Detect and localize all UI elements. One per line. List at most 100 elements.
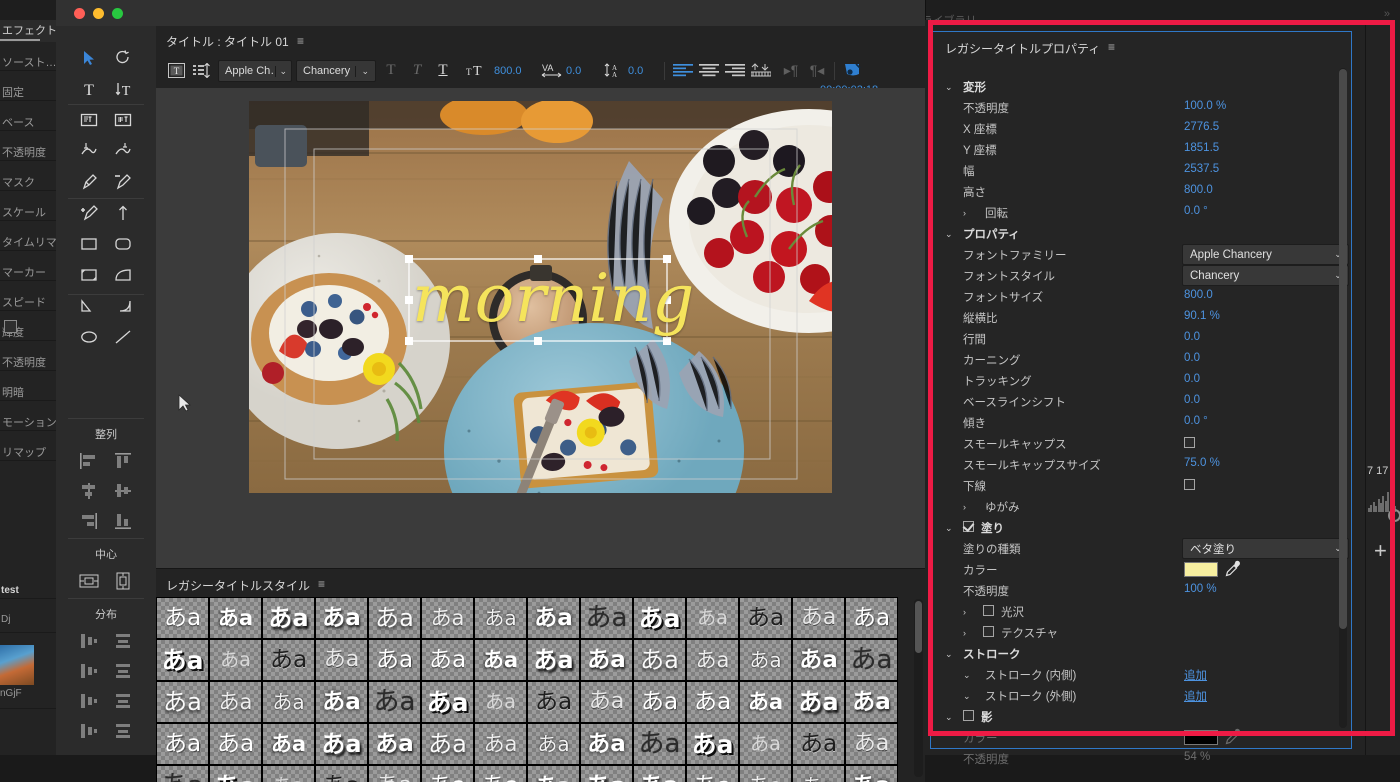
style-swatch[interactable]: あa xyxy=(792,639,845,681)
roll-crawl-options-icon[interactable] xyxy=(189,57,213,83)
font-size-value[interactable]: 800.0 xyxy=(494,65,522,77)
path-type-tool-icon[interactable] xyxy=(72,135,106,166)
styles-swatch-grid[interactable]: あaあaあaあaあaあaあaあaあaあaあaあaあaあaあaあaあaあaあaあa… xyxy=(156,597,910,782)
distribute-buttons[interactable] xyxy=(72,626,140,746)
style-swatch[interactable]: あa xyxy=(792,681,845,723)
property-value[interactable]: 0.0 ° xyxy=(1184,205,1208,217)
property-color-swatch[interactable] xyxy=(1184,730,1218,745)
property-row[interactable]: 行間0.0 xyxy=(931,328,1351,348)
style-swatch[interactable]: あa xyxy=(580,597,633,639)
style-swatch[interactable]: あa xyxy=(633,765,686,782)
property-value[interactable]: 75.0 % xyxy=(1184,457,1220,469)
properties-panel-menu-icon[interactable]: ≡ xyxy=(1108,40,1115,54)
property-value[interactable]: 100 % xyxy=(1184,583,1217,595)
vertical-path-type-tool-icon[interactable] xyxy=(106,135,140,166)
effect-controls-row-7[interactable]: マーカー xyxy=(2,264,46,280)
eyedropper-icon[interactable] xyxy=(1225,728,1241,748)
vertical-area-type-tool-icon[interactable] xyxy=(106,104,140,135)
style-swatch[interactable]: あa xyxy=(739,597,792,639)
property-value[interactable]: 0.0 xyxy=(1184,373,1200,385)
style-swatch[interactable]: あa xyxy=(633,597,686,639)
align-vertical-center-button[interactable] xyxy=(106,476,140,506)
property-row[interactable]: カラー xyxy=(931,559,1351,579)
style-swatch[interactable]: あa xyxy=(580,639,633,681)
type-tool-icon[interactable]: T xyxy=(72,73,106,104)
title-text-overlay[interactable]: morning xyxy=(412,257,694,341)
style-swatch[interactable]: あa xyxy=(686,765,739,782)
style-swatch[interactable]: あa xyxy=(156,639,209,681)
style-swatch[interactable]: あa xyxy=(845,765,898,782)
align-right-button[interactable] xyxy=(72,506,106,536)
workspace-overflow-icon[interactable]: » xyxy=(1384,8,1390,20)
style-swatch[interactable]: あa xyxy=(368,765,421,782)
effect-controls-row-5[interactable]: スケール xyxy=(2,204,46,220)
style-swatch[interactable]: あa xyxy=(262,765,315,782)
clip-thumbnail[interactable] xyxy=(0,645,34,685)
style-swatch[interactable]: あa xyxy=(739,639,792,681)
effect-controls-tab-label[interactable]: エフェクトコントロール xyxy=(2,22,57,38)
property-value[interactable]: 800.0 xyxy=(1184,289,1213,301)
property-row[interactable]: ›ゆがみ xyxy=(931,496,1351,516)
style-swatch[interactable]: あa xyxy=(315,765,368,782)
group-checkbox[interactable] xyxy=(963,521,974,532)
property-row[interactable]: 塗りの種類ベタ塗り⌄ xyxy=(931,538,1351,558)
kerning-icon[interactable]: VA xyxy=(539,57,565,83)
center-vertically-button[interactable] xyxy=(106,566,140,596)
group-checkbox[interactable] xyxy=(963,710,974,721)
style-swatch[interactable]: あa xyxy=(580,723,633,765)
style-swatch[interactable]: あa xyxy=(792,597,845,639)
style-swatch[interactable]: あa xyxy=(262,597,315,639)
properties-group-stroke[interactable]: ⌄ストローク xyxy=(931,643,1351,663)
properties-group-fill[interactable]: ⌄塗り xyxy=(931,517,1351,537)
style-swatch[interactable]: あa xyxy=(368,597,421,639)
ltr-direction-icon[interactable]: ▸¶ xyxy=(778,57,804,83)
distribute-even-v-button[interactable] xyxy=(106,716,140,746)
eyedropper-icon[interactable] xyxy=(1225,560,1241,580)
style-swatch[interactable]: あa xyxy=(845,597,898,639)
bold-button[interactable]: T xyxy=(380,57,402,83)
property-row[interactable]: ⌄ストローク (外側)追加 xyxy=(931,685,1351,705)
effect-controls-row-0[interactable]: ソースト… xyxy=(2,54,56,70)
property-row[interactable]: X 座標2776.5 xyxy=(931,118,1351,138)
style-swatch[interactable]: あa xyxy=(739,765,792,782)
property-row[interactable]: Y 座標1851.5 xyxy=(931,139,1351,159)
distribute-right-button[interactable] xyxy=(72,686,106,716)
style-swatch[interactable]: あa xyxy=(686,681,739,723)
align-left-button[interactable] xyxy=(72,446,106,476)
rounded-rectangle-tool-icon[interactable] xyxy=(106,228,140,259)
property-checkbox[interactable] xyxy=(1184,479,1195,490)
style-swatch[interactable]: あa xyxy=(580,681,633,723)
style-swatch[interactable]: あa xyxy=(315,597,368,639)
style-swatch[interactable]: あa xyxy=(421,681,474,723)
style-swatch[interactable]: あa xyxy=(527,723,580,765)
rotation-tool-icon[interactable] xyxy=(106,42,140,73)
property-row[interactable]: カーニング0.0 xyxy=(931,349,1351,369)
property-value[interactable]: 90.1 % xyxy=(1184,310,1220,322)
distribute-bottom-button[interactable] xyxy=(106,686,140,716)
close-icon[interactable] xyxy=(74,8,85,19)
property-value[interactable]: 2537.5 xyxy=(1184,163,1219,175)
leading-icon[interactable]: AA xyxy=(601,57,627,83)
property-value[interactable]: 0.0 xyxy=(1184,394,1200,406)
style-swatch[interactable]: あa xyxy=(209,597,262,639)
property-row[interactable]: フォントサイズ800.0 xyxy=(931,286,1351,306)
style-swatch[interactable]: あa xyxy=(527,681,580,723)
style-swatch[interactable]: あa xyxy=(474,597,527,639)
property-value[interactable]: 2776.5 xyxy=(1184,121,1219,133)
style-swatch[interactable]: あa xyxy=(633,723,686,765)
property-value[interactable]: 0.0 xyxy=(1184,331,1200,343)
style-swatch[interactable]: あa xyxy=(633,639,686,681)
property-row[interactable]: スモールキャップス xyxy=(931,433,1351,453)
distribute-top-button[interactable] xyxy=(106,626,140,656)
align-buttons[interactable] xyxy=(72,446,140,536)
rtl-direction-icon[interactable]: ¶◂ xyxy=(804,57,830,83)
property-row[interactable]: フォントファミリーApple Chancery⌄ xyxy=(931,244,1351,264)
effect-controls-row-12[interactable]: モーション xyxy=(2,414,57,430)
style-swatch[interactable]: あa xyxy=(421,723,474,765)
effect-checkbox[interactable] xyxy=(4,320,17,333)
effect-controls-row-13[interactable]: リマップ xyxy=(2,444,46,460)
font-style-combo[interactable]: Chancery⌄ xyxy=(296,60,376,82)
chevron-down-icon[interactable]: ⌄ xyxy=(963,691,971,702)
property-row[interactable]: ›光沢 xyxy=(931,601,1351,621)
style-swatch[interactable]: あa xyxy=(686,723,739,765)
